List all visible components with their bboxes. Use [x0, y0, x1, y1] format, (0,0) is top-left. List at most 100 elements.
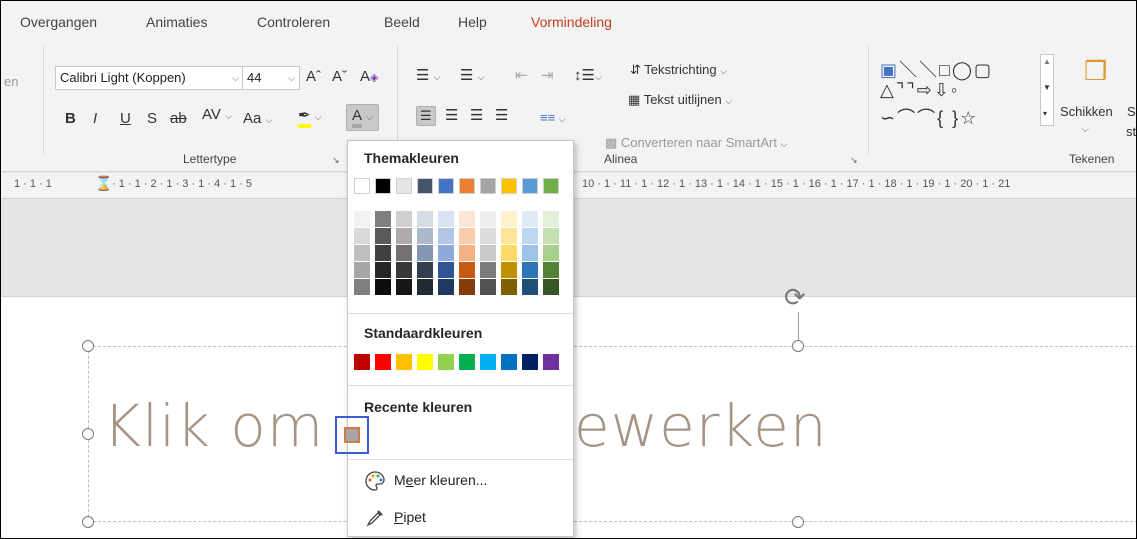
grow-font-button[interactable]: Aˆ [306, 68, 321, 85]
align-center-button[interactable]: ☰ [445, 106, 458, 124]
theme-shade-swatch[interactable] [354, 245, 370, 261]
theme-shade-swatch[interactable] [480, 228, 496, 244]
theme-shade-swatch[interactable] [543, 228, 559, 244]
dialog-launcher-icon[interactable]: ↘ [332, 155, 340, 166]
theme-shade-swatch[interactable] [438, 228, 454, 244]
theme-shade-swatch[interactable] [396, 245, 412, 261]
char-spacing-button[interactable]: AV ⌵ [202, 106, 232, 123]
theme-shade-swatch[interactable] [375, 279, 391, 295]
theme-shade-swatch[interactable] [396, 211, 412, 227]
theme-shade-swatch[interactable] [501, 211, 517, 227]
shrink-font-button[interactable]: Aˇ [332, 68, 347, 85]
theme-shade-swatch[interactable] [459, 211, 475, 227]
rotate-handle-icon[interactable]: ⟳ [784, 282, 806, 313]
theme-shade-swatch[interactable] [438, 262, 454, 278]
align-text-button[interactable]: ▦ Tekst uitlijnen ⌵ [628, 92, 732, 108]
standard-color-swatch[interactable] [438, 354, 454, 370]
line-spacing-button[interactable]: ↕☰⌵ [574, 66, 602, 84]
tab-controleren[interactable]: Controleren [257, 14, 330, 30]
shapes-gallery-scroll[interactable]: ▲ ▼ ▾ [1040, 54, 1054, 126]
theme-color-swatch[interactable] [480, 178, 496, 194]
recent-color-swatch[interactable] [335, 416, 369, 454]
numbering-button[interactable]: ☰ ⌵ [460, 66, 484, 84]
standard-color-swatch[interactable] [501, 354, 517, 370]
theme-shade-swatch[interactable] [396, 262, 412, 278]
theme-color-swatch[interactable] [354, 178, 370, 194]
chevron-down-icon[interactable]: ▼ [1043, 83, 1051, 92]
theme-shade-swatch[interactable] [417, 245, 433, 261]
theme-shade-swatch[interactable] [543, 279, 559, 295]
theme-shade-swatch[interactable] [543, 245, 559, 261]
standard-color-swatch[interactable] [396, 354, 412, 370]
resize-handle[interactable] [792, 516, 804, 528]
shapes-gallery[interactable]: ▣＼＼□◯▢ △⌝⌝⇨⇩◦ ∽⌒⌒{ }☆ [876, 54, 1042, 128]
theme-color-swatch[interactable] [396, 178, 412, 194]
theme-shade-swatch[interactable] [480, 279, 496, 295]
theme-color-swatch[interactable] [375, 178, 391, 194]
resize-handle[interactable] [82, 340, 94, 352]
standard-color-swatch[interactable] [417, 354, 433, 370]
shadow-button[interactable]: S [147, 110, 157, 127]
theme-shade-swatch[interactable] [522, 262, 538, 278]
font-color-button[interactable]: A ⌵ [346, 104, 380, 131]
font-name-combo[interactable]: Calibri Light (Koppen) ⌵ [55, 66, 244, 90]
theme-shade-swatch[interactable] [417, 228, 433, 244]
chevron-up-icon[interactable]: ▲ [1043, 57, 1051, 66]
theme-shade-swatch[interactable] [396, 228, 412, 244]
strikethrough-button[interactable]: ab [170, 110, 187, 127]
theme-color-swatch[interactable] [543, 178, 559, 194]
theme-color-swatch[interactable] [522, 178, 538, 194]
italic-button[interactable]: I [93, 110, 97, 127]
theme-color-swatch[interactable] [459, 178, 475, 194]
theme-shade-swatch[interactable] [501, 279, 517, 295]
theme-shade-swatch[interactable] [522, 228, 538, 244]
align-left-button[interactable]: ☰ [416, 106, 436, 126]
tab-vormindeling[interactable]: Vormindeling [531, 14, 612, 30]
standard-color-swatch[interactable] [459, 354, 475, 370]
theme-shade-swatch[interactable] [375, 245, 391, 261]
tab-beeld[interactable]: Beeld [384, 14, 420, 30]
align-right-button[interactable]: ☰ [470, 106, 483, 124]
theme-shade-swatch[interactable] [480, 245, 496, 261]
change-case-button[interactable]: Aa ⌵ [243, 110, 272, 127]
resize-handle[interactable] [792, 340, 804, 352]
theme-shade-swatch[interactable] [501, 228, 517, 244]
theme-shade-swatch[interactable] [354, 228, 370, 244]
text-direction-button[interactable]: ⇵ Tekstrichting ⌵ [630, 62, 727, 78]
convert-smartart-button[interactable]: ▩ Converteren naar SmartArt ⌵ [605, 135, 787, 151]
theme-shade-swatch[interactable] [375, 211, 391, 227]
standard-color-swatch[interactable] [522, 354, 538, 370]
theme-shade-swatch[interactable] [417, 211, 433, 227]
theme-shade-swatch[interactable] [522, 279, 538, 295]
standard-color-swatch[interactable] [543, 354, 559, 370]
bold-button[interactable]: B [65, 110, 76, 127]
clear-formatting-button[interactable]: A◈ [360, 68, 378, 85]
tab-help[interactable]: Help [458, 14, 487, 30]
more-colors-item[interactable]: Meer kleuren... [364, 466, 564, 494]
standard-color-swatch[interactable] [354, 354, 370, 370]
theme-color-swatch[interactable] [417, 178, 433, 194]
theme-shade-swatch[interactable] [480, 262, 496, 278]
highlight-button[interactable]: ✒ ⌵ [298, 106, 322, 128]
increase-indent-button[interactable]: ⇥ [541, 66, 554, 84]
theme-shade-swatch[interactable] [522, 211, 538, 227]
standard-color-swatch[interactable] [480, 354, 496, 370]
theme-shade-swatch[interactable] [417, 279, 433, 295]
dialog-launcher-icon[interactable]: ↘ [850, 155, 858, 166]
theme-shade-swatch[interactable] [522, 245, 538, 261]
theme-shade-swatch[interactable] [543, 262, 559, 278]
bullets-button[interactable]: ☰ ⌵ [416, 66, 440, 84]
theme-shade-swatch[interactable] [354, 279, 370, 295]
theme-shade-swatch[interactable] [459, 262, 475, 278]
theme-shade-swatch[interactable] [501, 245, 517, 261]
theme-shade-swatch[interactable] [480, 211, 496, 227]
theme-shade-swatch[interactable] [354, 262, 370, 278]
font-size-combo[interactable]: 44 ⌵ [242, 66, 300, 90]
justify-button[interactable]: ☰ [495, 106, 508, 124]
tab-animaties[interactable]: Animaties [146, 14, 207, 30]
theme-shade-swatch[interactable] [375, 262, 391, 278]
standard-color-swatch[interactable] [375, 354, 391, 370]
theme-shade-swatch[interactable] [543, 211, 559, 227]
theme-color-swatch[interactable] [501, 178, 517, 194]
theme-shade-swatch[interactable] [438, 245, 454, 261]
